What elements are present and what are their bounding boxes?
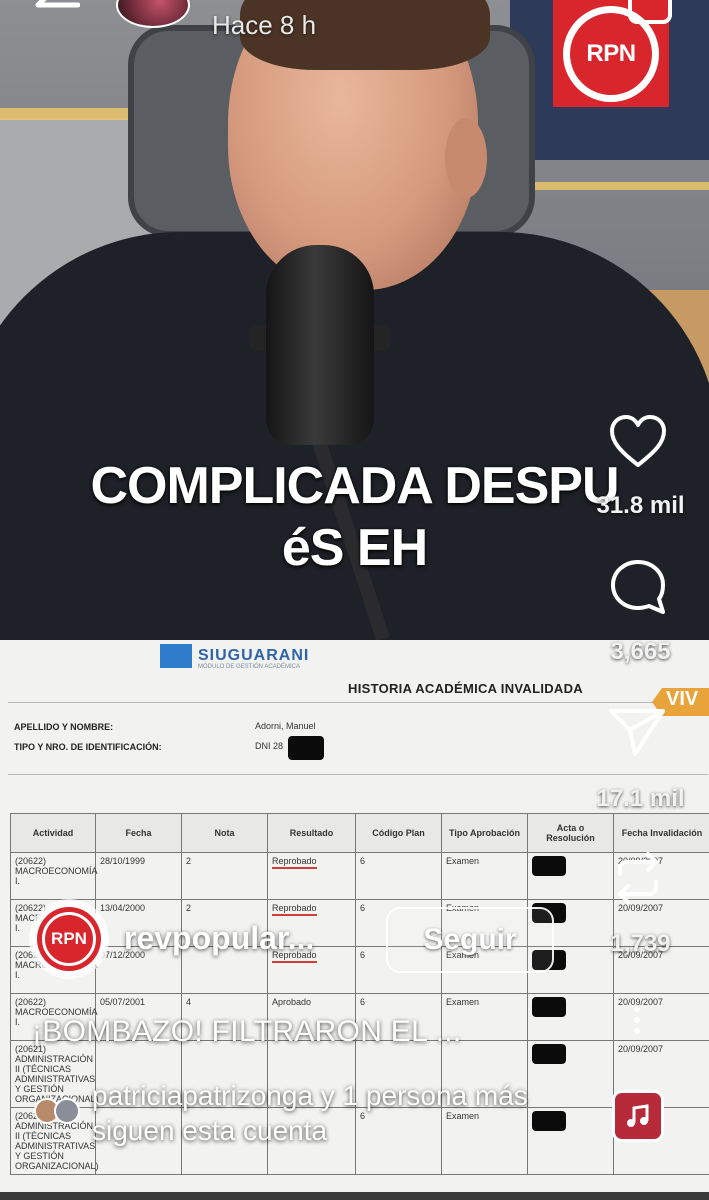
name-label: APELLIDO Y NOMBRE: — [14, 722, 114, 732]
comment-icon[interactable] — [608, 557, 668, 617]
siu-logo-subtitle: MÓDULO DE GESTIÓN ACADÉMICA — [198, 664, 301, 670]
cell-nota: 2 — [181, 852, 268, 900]
id-label: TIPO Y NRO. DE IDENTIFICACIÓN: — [14, 742, 162, 752]
bottom-bar — [0, 1192, 709, 1200]
story-top-bar: Hace 8 h — [0, 0, 709, 40]
name-value: Adorni, Manuel — [255, 721, 316, 731]
heart-icon[interactable] — [608, 413, 668, 469]
video-frame[interactable]: RPN COMPLICADA DESPU éS EH — [0, 0, 709, 640]
column-header: Actividad — [10, 813, 96, 853]
column-header: Resultado — [267, 813, 356, 853]
table-header-row: Actividad Fecha Nota Resultado Código Pl… — [10, 813, 709, 853]
divider — [8, 702, 708, 703]
music-note-icon — [627, 1104, 649, 1127]
follower-avatars — [34, 1098, 82, 1124]
redaction-mark — [532, 997, 566, 1017]
more-icon[interactable] — [628, 1005, 646, 1035]
story-avatar[interactable] — [116, 0, 190, 28]
column-header: Nota — [181, 813, 268, 853]
column-header: Fecha — [95, 813, 182, 853]
siu-logo-text: SIUGUARANI — [198, 647, 310, 664]
redaction-mark — [532, 1044, 566, 1064]
document-title: HISTORIA ACADÉMICA INVALIDADA — [348, 681, 583, 696]
likes-count: 31.8 mil — [596, 492, 685, 519]
resultado-text: Reprobado — [272, 856, 317, 869]
music-icon[interactable] — [612, 1090, 664, 1142]
siu-guarani-logo: SIUGUARANI MÓDULO DE GESTIÓN ACADÉMICA — [160, 644, 310, 670]
cell-resultado: Reprobado — [267, 852, 356, 900]
column-header: Acta o Resolución — [527, 813, 614, 853]
redaction-mark — [532, 856, 566, 876]
account-avatar[interactable]: RPN — [32, 902, 106, 976]
instagram-icon[interactable] — [628, 0, 672, 24]
cell-actividad: (20622) MACROECONOMÍA I. — [10, 852, 98, 900]
cell-acta — [527, 993, 614, 1041]
follow-button[interactable]: Seguir — [386, 907, 554, 973]
resultado-text: Reprobado — [272, 903, 317, 916]
column-header: Código Plan — [355, 813, 442, 853]
cell-plan: 6 — [355, 852, 442, 900]
cell-fecha: 28/10/1999 — [95, 852, 182, 900]
send-icon[interactable] — [608, 706, 666, 758]
back-arrow-icon[interactable] — [34, 0, 80, 22]
column-header: Tipo Aprobación — [441, 813, 528, 853]
cell-acta — [527, 852, 614, 900]
video-caption-line-2: éS EH — [281, 519, 428, 577]
id-value: DNI 28 — [255, 741, 284, 751]
reposts-count: 1,739 — [610, 930, 671, 957]
story-time-ago: Hace 8 h — [212, 10, 317, 40]
reel-viewer: RPN COMPLICADA DESPU éS EH SIUGUARANI MÓ… — [0, 0, 709, 1200]
repost-icon[interactable] — [612, 852, 664, 904]
divider — [8, 774, 708, 775]
microphone — [266, 245, 374, 445]
siu-logo-icon — [160, 644, 192, 668]
shares-count: 17.1 mil — [596, 785, 685, 812]
follower-avatar — [54, 1098, 80, 1124]
table-row: (20622) MACROECONOMÍA I. 28/10/1999 2 Re… — [10, 852, 709, 900]
redaction-mark — [288, 736, 324, 760]
cell-tipo: Examen — [441, 852, 528, 900]
account-username[interactable]: revpopular... — [124, 920, 314, 957]
post-caption[interactable]: ¡BOMBAZO! FILTRARON EL ... — [32, 1015, 462, 1049]
column-header: Fecha Invalidación — [613, 813, 709, 853]
comments-count: 3,665 — [610, 638, 671, 665]
account-avatar-text: RPN — [42, 912, 96, 966]
speaker-ear — [445, 118, 487, 198]
followers-text[interactable]: patriciapatrizonga y 1 persona más sigue… — [92, 1078, 562, 1148]
